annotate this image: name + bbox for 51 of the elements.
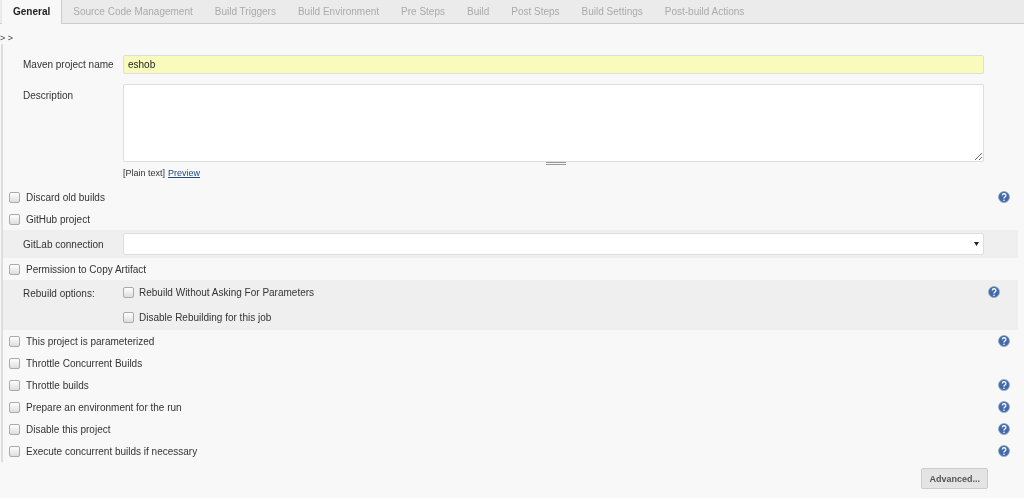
tab[interactable]: Build	[456, 0, 501, 23]
checkbox-label: Throttle builds	[26, 379, 89, 391]
field-label: Rebuild options:	[23, 287, 96, 299]
help-icon[interactable]	[988, 286, 1000, 298]
help-icon[interactable]	[998, 445, 1010, 457]
checkbox[interactable]	[9, 263, 20, 275]
help-icon[interactable]	[998, 423, 1010, 435]
dropdown-caret-icon	[974, 242, 979, 246]
tab[interactable]: Post-build Actions	[653, 0, 756, 23]
help-icon[interactable]	[998, 401, 1010, 413]
checkbox[interactable]	[9, 379, 20, 391]
checkbox[interactable]	[9, 191, 20, 203]
tab[interactable]: Build Environment	[286, 0, 391, 23]
checkbox[interactable]	[9, 213, 20, 225]
tab[interactable]: Post Steps	[500, 0, 571, 23]
field-label: Description	[23, 89, 75, 101]
checkbox-label: Disable Rebuilding for this job	[139, 312, 272, 323]
help-icon[interactable]	[998, 379, 1010, 391]
resize-grip-icon[interactable]	[546, 162, 566, 166]
advanced-button[interactable]: Advanced...	[921, 468, 988, 489]
checkbox[interactable]	[123, 287, 134, 298]
help-icon[interactable]	[998, 191, 1010, 203]
field-label: Maven project name	[23, 58, 115, 70]
format-label: [Plain text]	[123, 168, 166, 178]
description-field[interactable]	[123, 84, 984, 162]
checkbox-label: GitHub project	[26, 213, 90, 225]
gitlab-connection-select[interactable]	[123, 233, 984, 255]
checkbox-label: Permission to Copy Artifact	[26, 263, 147, 275]
checkbox-label: Throttle Concurrent Builds	[26, 357, 143, 369]
help-icon[interactable]	[998, 335, 1010, 347]
breadcrumb: > >	[0, 32, 14, 44]
checkbox[interactable]	[9, 445, 20, 457]
tab[interactable]: Build Triggers	[203, 0, 287, 23]
checkbox[interactable]	[123, 312, 134, 323]
checkbox[interactable]	[9, 357, 20, 369]
checkbox-label: Disable this project	[26, 423, 111, 435]
tab[interactable]: General	[2, 0, 63, 24]
preview-link[interactable]: Preview	[168, 168, 201, 178]
checkbox-label: This project is parameterized	[26, 335, 155, 347]
checkbox[interactable]	[9, 401, 20, 413]
tab[interactable]: Source Code Management	[62, 0, 204, 23]
checkbox-label: Discard old builds	[26, 191, 105, 203]
project-name-field[interactable]: eshob	[123, 54, 984, 74]
tab[interactable]: Build Settings	[570, 0, 654, 23]
checkbox-label: Rebuild Without Asking For Parameters	[139, 287, 315, 298]
checkbox-label: Execute concurrent builds if necessary	[26, 445, 198, 457]
checkbox-label: Prepare an environment for the run	[26, 401, 182, 413]
checkbox[interactable]	[9, 423, 20, 435]
checkbox[interactable]	[9, 335, 20, 347]
field-label: GitLab connection	[23, 238, 105, 250]
tab[interactable]: Pre Steps	[390, 0, 456, 23]
